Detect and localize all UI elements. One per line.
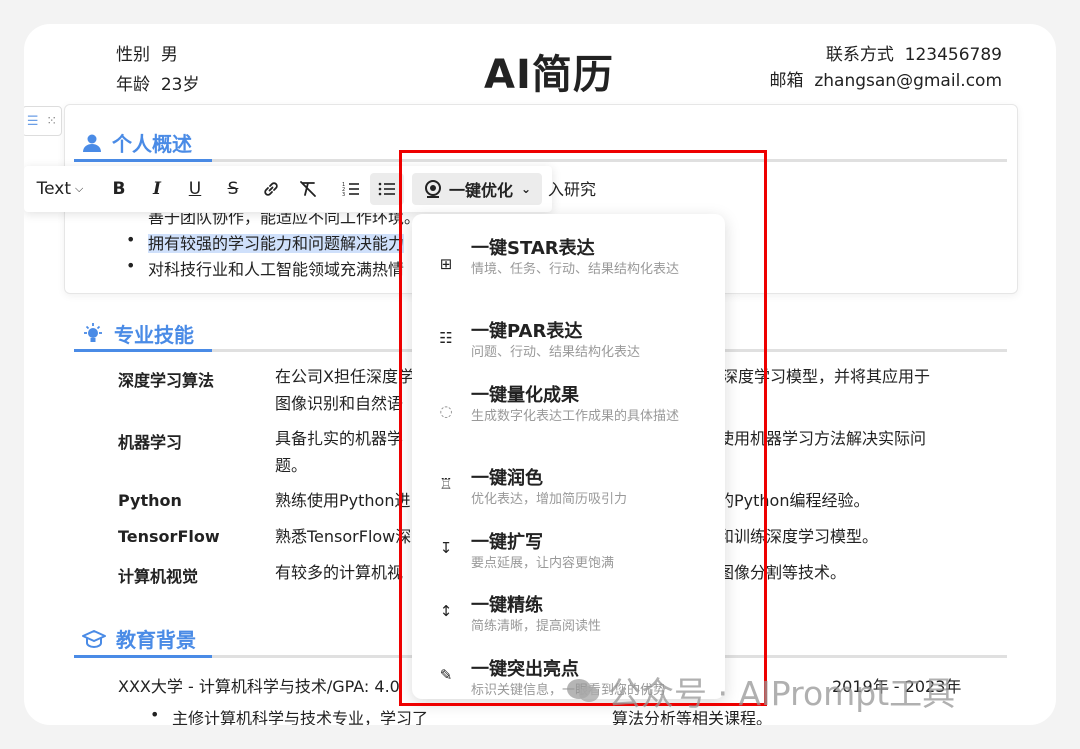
section-title-skills: 专业技能	[82, 319, 194, 348]
resume-page: 性别 男 年龄 23岁 AI简历 联系方式 123456789 邮箱 zhang…	[24, 24, 1056, 725]
skill-name: 计算机视觉	[118, 567, 199, 586]
age-label: 年龄	[116, 75, 150, 95]
gender-value: 男	[160, 45, 178, 65]
skill-desc: 有较多的计算机视	[275, 563, 404, 582]
skill-desc: 熟悉TensorFlow深	[275, 527, 412, 546]
svg-text:3: 3	[342, 192, 345, 197]
selected-text: 拥有较强的学习能力和问题解决能力	[148, 234, 405, 253]
graduation-cap-icon	[82, 629, 106, 648]
drag-dots-icon[interactable]: ⁙	[46, 114, 57, 129]
school-line: XXX大学 - 计算机科学与技术/GPA: 4.0	[118, 677, 400, 696]
clear-format-icon[interactable]	[294, 173, 324, 205]
skill-desc: 在公司X担任深度学 图像识别和自然语	[275, 367, 414, 413]
section-title-education: 教育背景	[82, 624, 196, 653]
skill-name: Python	[118, 491, 182, 510]
list-item: 拥有较强的学习能力和问题解决能力	[126, 230, 405, 254]
list-item: 主修计算机科学与技术专业，学习了	[150, 705, 428, 725]
wechat-icon	[567, 679, 599, 702]
link-icon[interactable]	[256, 173, 286, 205]
annotation-frame	[399, 150, 767, 706]
page-title: AI简历	[484, 52, 614, 98]
age-value: 23岁	[160, 75, 200, 95]
contact-label: 联系方式	[825, 45, 894, 65]
italic-button[interactable]: I	[142, 173, 172, 205]
skill-desc: 具备扎实的机器学 题。	[275, 429, 404, 475]
gender-label: 性别	[116, 45, 150, 65]
contact-value: 123456789	[904, 45, 1002, 65]
skill-desc: 熟练使用Python进	[275, 491, 411, 510]
watermark-text: 公众号 · AIPrompt工具	[608, 674, 956, 713]
email-value: zhangsan@gmail.com	[814, 71, 1002, 91]
chevron-down-icon: ⌵	[75, 182, 84, 195]
contact-line: 联系方式 123456789	[826, 40, 1002, 65]
lightbulb-icon	[84, 322, 102, 342]
section-title-personal: 个人概述	[82, 128, 192, 157]
text-style-dropdown[interactable]: Text ⌵	[32, 173, 88, 205]
section-personal-label: 个人概述	[112, 132, 192, 156]
underline-button[interactable]: U	[180, 173, 210, 205]
user-icon	[83, 134, 101, 152]
block-menu-icon[interactable]: ☰	[27, 114, 39, 129]
list-item: 对科技行业和人工智能领域充满热情	[126, 256, 404, 280]
gender-line: 性别 男	[116, 40, 178, 65]
email-line: 邮箱 zhangsan@gmail.com	[770, 66, 1002, 91]
age-line: 年龄 23岁	[116, 70, 199, 95]
block-drag-handle[interactable]: ☰ ⁙	[24, 106, 62, 136]
section-education-label: 教育背景	[116, 628, 196, 652]
ordered-list-icon[interactable]: 123	[336, 173, 366, 205]
section-skills-label: 专业技能	[114, 323, 194, 347]
email-label: 邮箱	[769, 71, 804, 91]
skill-name: 深度学习算法	[118, 371, 215, 390]
skill-name: TensorFlow	[118, 527, 220, 546]
bold-button[interactable]: B	[104, 173, 134, 205]
strikethrough-button[interactable]: S	[218, 173, 248, 205]
watermark: 公众号 · AIPrompt工具	[566, 667, 955, 715]
skill-name: 机器学习	[118, 433, 183, 452]
